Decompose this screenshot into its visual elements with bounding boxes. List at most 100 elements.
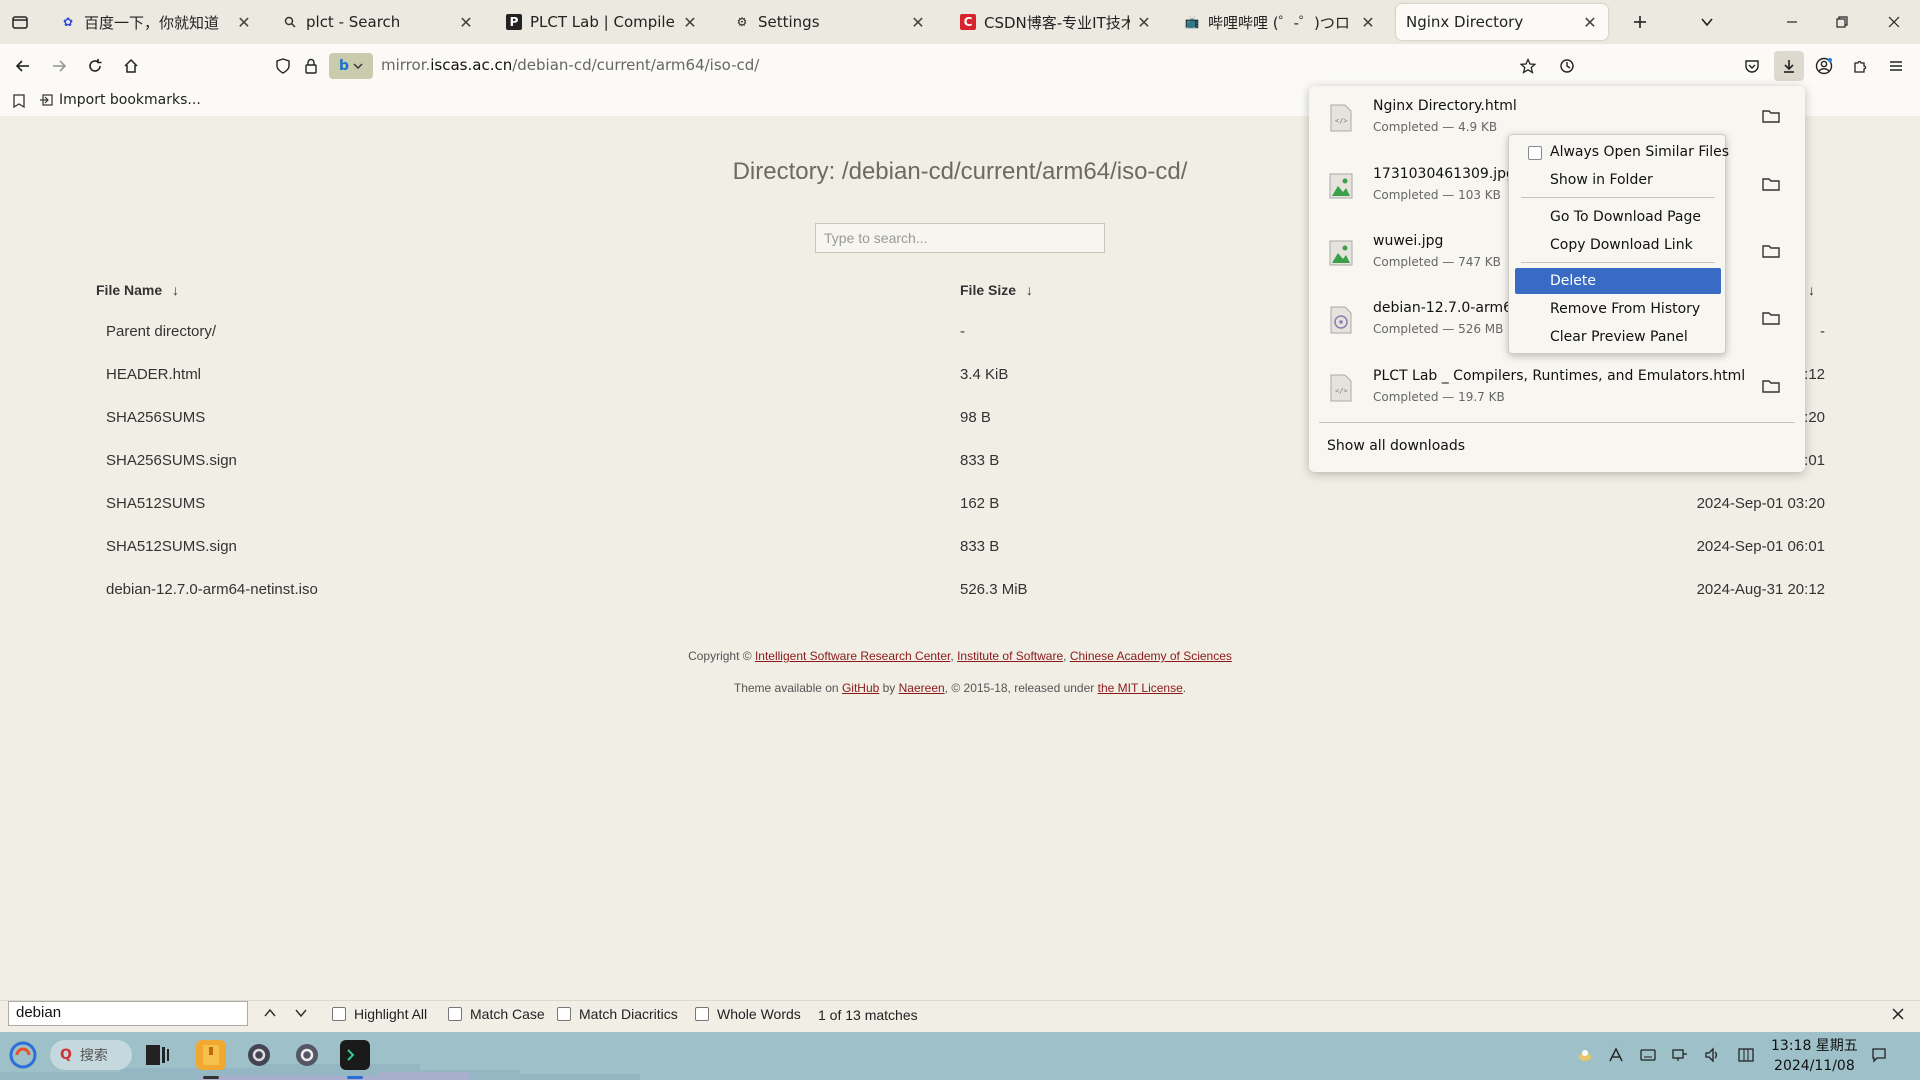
app-control-center-icon[interactable] [292,1040,322,1070]
window-close-icon[interactable] [1882,10,1906,34]
back-arrow-icon[interactable] [10,53,36,79]
match-case-checkbox[interactable]: Match Case [448,1006,545,1022]
highlight-all-checkbox[interactable]: Highlight All [332,1006,427,1022]
table-row[interactable]: debian-12.7.0-arm64-netinst.iso 526.3 Mi… [0,568,1920,611]
checkbox[interactable] [332,1007,346,1021]
iscas-link[interactable]: Institute of Software [957,649,1063,663]
column-header-file-name[interactable]: File Name ↓ [96,282,179,298]
find-next-button[interactable] [294,1006,308,1020]
multitask-view-icon[interactable] [142,1040,172,1070]
tab-settings[interactable]: ⚙ Settings ✕ [724,4,936,40]
chevron-down-icon[interactable] [1695,10,1719,34]
notification-icon[interactable] [1870,1046,1888,1064]
input-method-icon[interactable] [1607,1046,1625,1064]
clock[interactable]: 13:18 星期五 2024/11/08 [1771,1036,1858,1076]
tab-bilibili[interactable]: 📺 哔哩哔哩 (゜-゜)つロ 干杯~-b ✕ [1174,4,1386,40]
tray-app-icon[interactable] [1576,1046,1594,1064]
menu-item-copy-download-link[interactable]: Copy Download Link [1515,232,1721,258]
minimize-icon[interactable] [1780,10,1804,34]
forward-arrow-icon[interactable] [46,53,72,79]
tab-list-icon[interactable] [8,10,32,34]
cas-link[interactable]: Chinese Academy of Sciences [1070,649,1232,663]
app-settings-icon[interactable] [244,1040,274,1070]
file-name[interactable]: Parent directory/ [106,323,216,340]
column-header-date-sort[interactable]: ↓ [1808,282,1815,298]
folder-icon[interactable] [1761,106,1781,126]
tab-csdn[interactable]: C CSDN博客-专业IT技术发表平 ✕ [950,4,1162,40]
table-row[interactable]: SHA512SUMS 162 B 2024-Sep-01 03:20 [0,482,1920,525]
download-item[interactable]: </> PLCT Lab _ Compilers, Runtimes, and … [1319,356,1795,420]
github-link[interactable]: GitHub [842,681,879,695]
reload-icon[interactable] [82,53,108,79]
find-input[interactable]: debian [8,1001,248,1026]
file-name[interactable]: HEADER.html [106,366,201,383]
show-all-downloads-button[interactable]: Show all downloads [1327,438,1465,454]
firefox-view-icon[interactable] [11,93,27,109]
close-icon[interactable]: ✕ [1582,13,1598,32]
close-icon[interactable]: ✕ [1360,13,1376,32]
taskbar-search[interactable]: Q 搜索 [50,1040,132,1070]
close-icon[interactable]: ✕ [910,13,926,32]
find-previous-button[interactable] [263,1006,277,1020]
file-name[interactable]: SHA512SUMS [106,495,205,512]
chevron-down-icon [295,1009,307,1018]
volume-icon[interactable] [1703,1046,1721,1064]
close-icon[interactable]: ✕ [236,13,252,32]
tab-baidu[interactable]: ✿ 百度一下，你就知道 ✕ [50,4,262,40]
checkbox[interactable] [448,1007,462,1021]
file-name[interactable]: SHA256SUMS [106,409,205,426]
column-header-file-size[interactable]: File Size ↓ [960,282,1033,298]
tab-plct-lab[interactable]: P PLCT Lab | Compilers, Runtim ✕ [496,4,708,40]
new-tab-icon[interactable] [1628,10,1652,34]
folder-icon[interactable] [1761,174,1781,194]
folder-icon[interactable] [1761,308,1781,328]
lock-icon[interactable] [298,53,324,79]
search-input[interactable]: Type to search... [815,223,1105,253]
match-diacritics-checkbox[interactable]: Match Diacritics [557,1006,678,1022]
restore-icon[interactable] [1830,10,1854,34]
tab-plct-search[interactable]: plct - Search ✕ [272,4,484,40]
menu-item-show-in-folder[interactable]: Show in Folder [1515,167,1721,193]
close-find-bar-icon[interactable] [1891,1007,1905,1021]
home-icon[interactable] [118,53,144,79]
folder-icon[interactable] [1761,241,1781,261]
table-row[interactable]: SHA512SUMS.sign 833 B 2024-Sep-01 06:01 [0,525,1920,568]
menu-item-remove-from-history[interactable]: Remove From History [1515,296,1721,322]
checkbox[interactable] [557,1007,571,1021]
bookmark-star-icon[interactable] [1515,53,1541,79]
keyboard-icon[interactable] [1639,1046,1657,1064]
search-engine-selector[interactable]: b [329,53,373,79]
ime-grid-icon[interactable] [1737,1046,1755,1064]
url-bar[interactable]: mirror.iscas.ac.cn/debian-cd/current/arm… [381,56,759,74]
import-bookmarks-button[interactable]: Import bookmarks... [40,92,201,108]
close-icon[interactable]: ✕ [1136,13,1152,32]
close-icon[interactable]: ✕ [458,13,474,32]
network-icon[interactable] [1671,1046,1689,1064]
isrc-link[interactable]: Intelligent Software Research Center [755,649,950,663]
start-menu-icon[interactable] [8,1040,38,1070]
hamburger-menu-icon[interactable] [1883,53,1909,79]
file-name[interactable]: debian-12.7.0-arm64-netinst.iso [106,581,318,598]
menu-item-clear-preview-panel[interactable]: Clear Preview Panel [1515,324,1721,350]
author-link[interactable]: Naereen [899,681,945,695]
menu-item-delete[interactable]: Delete [1515,268,1721,294]
menu-item-always-open-similar[interactable]: Always Open Similar Files [1515,139,1729,165]
folder-icon[interactable] [1761,376,1781,396]
tab-nginx-directory[interactable]: Nginx Directory ✕ [1396,4,1608,40]
pocket-icon[interactable] [1739,53,1765,79]
app-terminal-icon[interactable] [340,1040,370,1070]
extensions-puzzle-icon[interactable] [1847,53,1873,79]
whole-words-checkbox[interactable]: Whole Words [695,1006,801,1022]
checkbox[interactable] [1528,146,1542,160]
license-link[interactable]: the MIT License [1098,681,1183,695]
file-name[interactable]: SHA256SUMS.sign [106,452,237,469]
downloads-button[interactable] [1774,51,1804,81]
checkbox[interactable] [695,1007,709,1021]
close-icon[interactable]: ✕ [682,13,698,32]
history-clock-icon[interactable] [1554,53,1580,79]
file-name[interactable]: SHA512SUMS.sign [106,538,237,555]
tracking-shield-icon[interactable] [270,53,296,79]
app-archive-icon[interactable] [196,1040,226,1070]
menu-item-go-to-download-page[interactable]: Go To Download Page [1515,204,1721,230]
account-icon[interactable] [1811,53,1837,79]
